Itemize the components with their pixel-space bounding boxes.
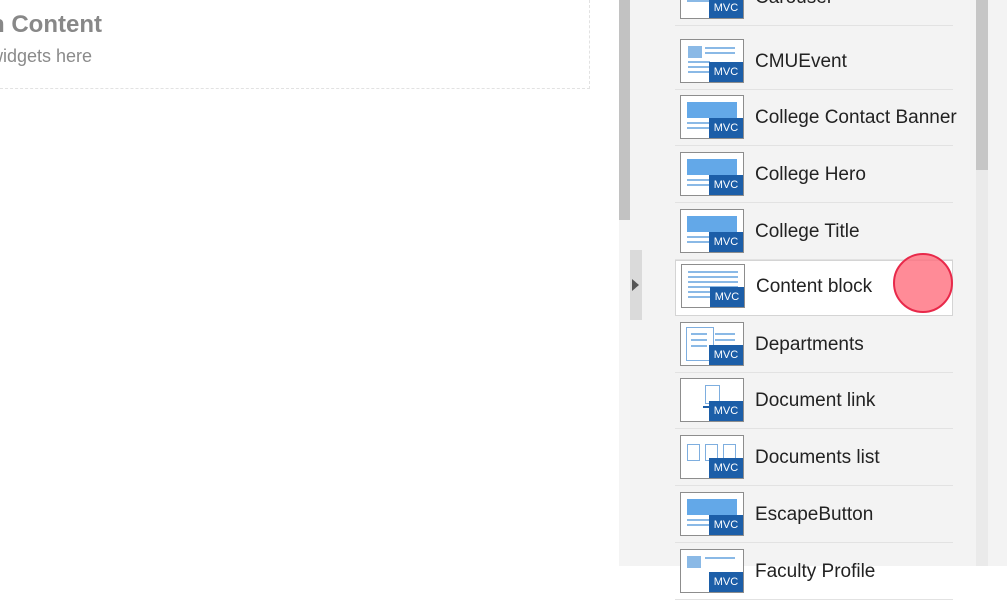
widget-label: EscapeButton (755, 504, 874, 525)
mvc-badge: MVC (709, 0, 743, 18)
button-icon: MVC (680, 492, 744, 536)
placeholder-title: n Content (0, 11, 102, 38)
widget-carousel[interactable]: MVC Carousel (675, 0, 953, 26)
canvas-scrollbar-thumb[interactable] (619, 0, 630, 220)
widget-label: Content block (756, 276, 873, 297)
widget-label: Documents list (755, 447, 880, 468)
widget-label: Faculty Profile (755, 561, 876, 582)
widget-document-link[interactable]: MVC Document link (675, 375, 953, 429)
widget-cmuevent[interactable]: MVC CMUEvent (675, 36, 953, 90)
banner-icon: MVC (680, 95, 744, 139)
toolbox-scrollbar-thumb[interactable] (976, 0, 988, 170)
widget-label: College Contact Banner (755, 107, 957, 128)
mvc-badge: MVC (709, 62, 743, 82)
widget-college-title[interactable]: MVC College Title (675, 206, 953, 260)
widget-departments[interactable]: MVC Departments (675, 319, 953, 373)
widget-label: Document link (755, 390, 876, 411)
mvc-badge: MVC (710, 287, 744, 307)
profile-icon: MVC (680, 549, 744, 593)
widget-escapebutton[interactable]: MVC EscapeButton (675, 489, 953, 543)
click-indicator (893, 253, 953, 313)
widget-label: Departments (755, 334, 864, 355)
mvc-badge: MVC (709, 118, 743, 138)
content-block-icon: MVC (681, 264, 745, 308)
content-placeholder[interactable]: n Content widgets here (0, 0, 590, 89)
title-icon: MVC (680, 209, 744, 253)
widget-label: Carousel (755, 0, 831, 9)
caret-right-icon (632, 279, 639, 291)
carousel-icon: MVC (680, 0, 744, 19)
mvc-badge: MVC (709, 175, 743, 195)
collapse-toolbox-handle[interactable] (630, 250, 642, 320)
list-icon: MVC (680, 322, 744, 366)
mvc-badge: MVC (709, 572, 743, 592)
mvc-badge: MVC (709, 515, 743, 535)
mvc-badge: MVC (709, 401, 743, 421)
event-icon: MVC (680, 39, 744, 83)
widget-faculty-profile[interactable]: MVC Faculty Profile (675, 546, 953, 600)
documents-list-icon: MVC (680, 435, 744, 479)
page-canvas: n Content widgets here (0, 0, 620, 566)
widget-college-contact-banner[interactable]: MVC College Contact Banner (675, 92, 957, 146)
document-link-icon: MVC (680, 378, 744, 422)
widget-label: College Title (755, 221, 860, 242)
widget-label: CMUEvent (755, 51, 847, 72)
placeholder-subtitle: widgets here (0, 46, 93, 66)
mvc-badge: MVC (709, 232, 743, 252)
mvc-badge: MVC (709, 345, 743, 365)
mvc-badge: MVC (709, 458, 743, 478)
widget-college-hero[interactable]: MVC College Hero (675, 149, 953, 203)
hero-icon: MVC (680, 152, 744, 196)
widget-label: College Hero (755, 164, 866, 185)
widget-documents-list[interactable]: MVC Documents list (675, 432, 953, 486)
